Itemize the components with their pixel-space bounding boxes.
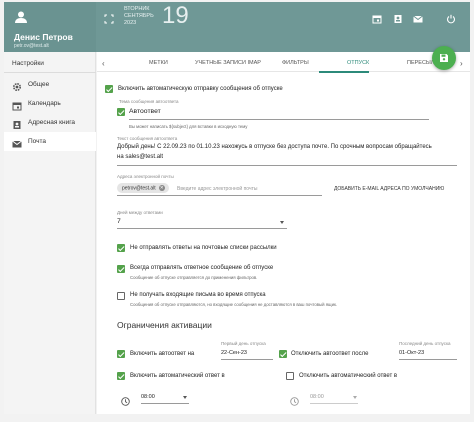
address-chip-label: petrov@test.alt bbox=[122, 185, 156, 192]
first-day-label: Первый день отпуска bbox=[221, 341, 266, 346]
enable-at-time-checkbox[interactable] bbox=[117, 372, 125, 380]
enable-time-select[interactable]: 08:00 bbox=[141, 394, 155, 400]
settings-tabs: ‹ МЕТКИ УЧЕТНЫЕ ЗАПИСИ IMAP ФИЛЬТРЫ ОТПУ… bbox=[97, 56, 470, 73]
tab-vacation[interactable]: ОТПУСК bbox=[347, 60, 369, 66]
save-icon bbox=[440, 54, 448, 62]
save-button[interactable] bbox=[432, 46, 456, 70]
disable-after-date-checkbox[interactable] bbox=[279, 350, 287, 358]
tabs-scroll-right-icon[interactable]: › bbox=[460, 59, 463, 68]
no-mailing-lists-checkbox[interactable] bbox=[117, 244, 125, 252]
sidebar-divider bbox=[4, 72, 96, 73]
subject-input[interactable]: Автоответ bbox=[129, 108, 161, 115]
sidebar-item-mail[interactable]: Почта bbox=[4, 132, 96, 151]
user-panel[interactable]: Денис Петров petr.ov@test.alt bbox=[4, 2, 96, 52]
contacts-top-icon[interactable] bbox=[393, 11, 403, 23]
sidebar-item-label: Календарь bbox=[28, 100, 61, 107]
always-send-checkbox[interactable] bbox=[117, 265, 125, 273]
chevron-down-icon bbox=[280, 221, 284, 224]
chevron-down-icon bbox=[353, 396, 357, 399]
body-text-line: на sales@test.alt bbox=[117, 154, 164, 160]
app-frame: Денис Петров petr.ov@test.alt ВТОРНИК СЕ… bbox=[0, 0, 474, 422]
date-year: 2023 bbox=[124, 20, 137, 26]
first-day-underline bbox=[221, 359, 273, 360]
date-block: ВТОРНИК СЕНТЯБРЬ 2023 bbox=[124, 6, 154, 27]
date-weekday: ВТОРНИК bbox=[124, 6, 150, 12]
body-field-label: Текст сообщения автоответа bbox=[117, 136, 178, 141]
disable-at-time-checkbox[interactable] bbox=[286, 372, 294, 380]
user-name: Денис Петров bbox=[14, 32, 73, 42]
chevron-down-icon bbox=[183, 396, 187, 399]
always-send-hint: Сообщение об отпуске отправляется до при… bbox=[130, 275, 258, 280]
tab-labels[interactable]: МЕТКИ bbox=[149, 60, 168, 66]
calendar-icon bbox=[12, 98, 22, 111]
subject-hint: Вы может написать ${subject} для вставки… bbox=[129, 124, 248, 129]
last-day-underline bbox=[399, 359, 457, 360]
power-icon[interactable] bbox=[446, 11, 456, 24]
subject-field-label: Тема сообщения автоответа bbox=[119, 99, 179, 104]
clock-icon bbox=[121, 393, 130, 406]
clock-icon bbox=[290, 393, 299, 406]
sidebar-item-address-book[interactable]: Адресная книга bbox=[4, 113, 96, 132]
sidebar-item-label: Адресная книга bbox=[28, 119, 76, 126]
user-email: petr.ov@test.alt bbox=[14, 43, 49, 49]
address-book-icon bbox=[12, 117, 22, 129]
active-tab-indicator bbox=[319, 71, 369, 73]
settings-sidebar: Настройки Общее Календарь Адресная книга… bbox=[4, 52, 96, 414]
days-field-label: Дней между ответами bbox=[117, 210, 163, 215]
last-day-input[interactable]: 01-Окт-23 bbox=[399, 350, 424, 356]
discard-incoming-hint: Сообщения об отпуске отправляются, но вх… bbox=[130, 302, 338, 307]
body-text-line: Добрый день! С 22.09.23 по 01.10.23 нахо… bbox=[117, 144, 432, 150]
subject-enable-checkbox[interactable] bbox=[117, 108, 125, 116]
disable-time-select[interactable]: 08:00 bbox=[310, 394, 324, 400]
enable-at-time-label: Включить автоматический ответ в bbox=[130, 373, 225, 379]
address-input[interactable]: Введите адрес электронной почты bbox=[177, 186, 257, 192]
disable-time-underline bbox=[310, 403, 358, 404]
tab-filters[interactable]: ФИЛЬТРЫ bbox=[282, 60, 309, 66]
remove-chip-icon[interactable]: ✕ bbox=[158, 185, 165, 191]
subject-underline bbox=[129, 119, 429, 120]
body-underline bbox=[117, 165, 457, 166]
date-day: 19 bbox=[162, 2, 189, 29]
always-send-label: Всегда отправлять ответное сообщение об … bbox=[130, 265, 274, 271]
fullscreen-icon[interactable] bbox=[104, 11, 114, 24]
no-mailing-lists-label: Не отправлять ответы на почтовые списки … bbox=[130, 245, 277, 251]
mail-top-icon[interactable] bbox=[413, 11, 423, 23]
last-day-label: Последний день отпуска bbox=[399, 341, 451, 346]
enable-vacation-checkbox[interactable] bbox=[105, 85, 113, 93]
sidebar-title: Настройки bbox=[12, 60, 44, 67]
address-underline bbox=[117, 195, 322, 196]
calendar-top-icon[interactable] bbox=[372, 11, 382, 24]
settings-main: ‹ МЕТКИ УЧЕТНЫЕ ЗАПИСИ IMAP ФИЛЬТРЫ ОТПУ… bbox=[97, 46, 470, 414]
days-select[interactable]: 7 bbox=[117, 218, 121, 225]
address-chip[interactable]: petrov@test.alt ✕ bbox=[117, 183, 169, 193]
avatar-icon bbox=[14, 10, 28, 24]
add-default-addresses-button[interactable]: ДОБАВИТЬ E-MAIL АДРЕСА ПО УМОЛЧАНИЮ bbox=[334, 186, 444, 192]
mail-icon bbox=[12, 136, 22, 148]
activation-title: Ограничения активации bbox=[117, 320, 212, 330]
first-day-input[interactable]: 22-Сен-23 bbox=[221, 350, 247, 356]
disable-after-date-label: Отключить автоответ после bbox=[291, 351, 369, 357]
sidebar-item-calendar[interactable]: Календарь bbox=[4, 94, 96, 113]
tab-imap-accounts[interactable]: УЧЕТНЫЕ ЗАПИСИ IMAP bbox=[195, 60, 261, 66]
days-underline bbox=[117, 228, 287, 229]
enable-on-date-checkbox[interactable] bbox=[117, 350, 125, 358]
sidebar-item-label: Общее bbox=[28, 81, 50, 88]
disable-at-time-label: Отключить автоматический ответ в bbox=[299, 373, 398, 379]
discard-incoming-label: Не получать входящие письма во время отп… bbox=[130, 292, 266, 298]
tabs-scroll-left-icon[interactable]: ‹ bbox=[102, 59, 105, 68]
enable-time-underline bbox=[141, 403, 189, 404]
sidebar-item-label: Почта bbox=[28, 138, 47, 145]
discard-incoming-checkbox[interactable] bbox=[117, 292, 125, 300]
enable-on-date-label: Включить автоответ на bbox=[130, 351, 195, 357]
sidebar-item-general[interactable]: Общее bbox=[4, 75, 96, 94]
enable-vacation-label: Включить автоматическую отправку сообщен… bbox=[118, 86, 283, 92]
addresses-field-label: Адреса электронной почты bbox=[117, 174, 174, 179]
gear-icon bbox=[12, 79, 22, 92]
date-month: СЕНТЯБРЬ bbox=[124, 13, 154, 19]
